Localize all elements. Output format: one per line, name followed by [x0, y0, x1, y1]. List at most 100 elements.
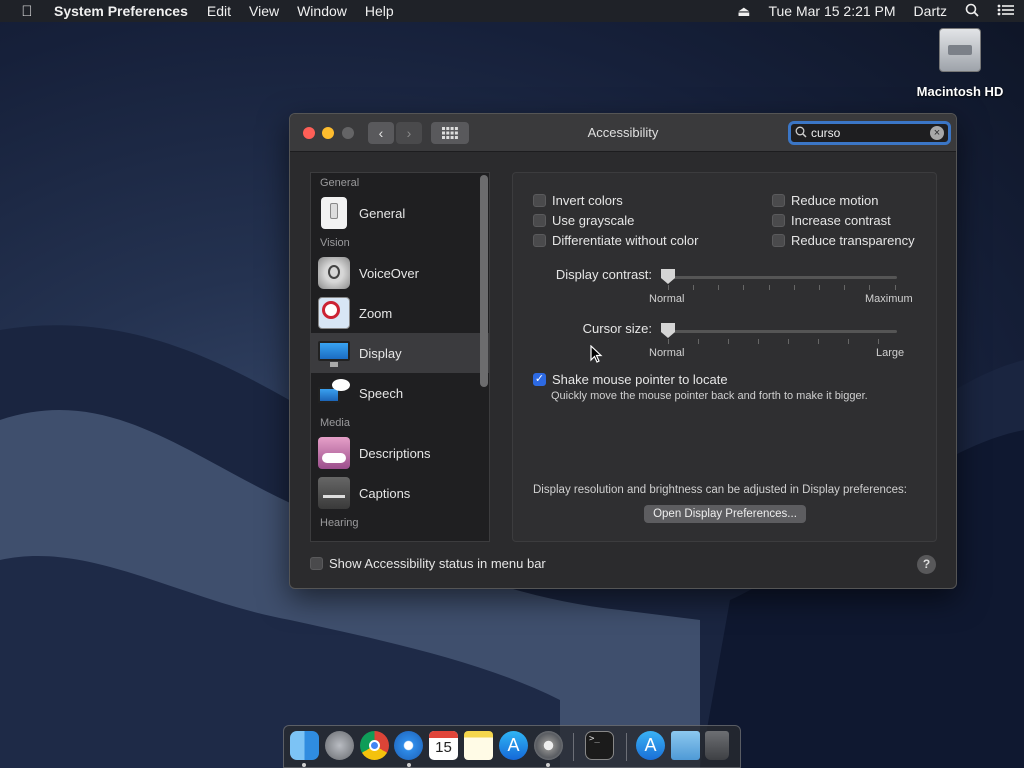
captions-icon	[318, 477, 350, 509]
help-button[interactable]: ?	[917, 555, 936, 574]
sidebar-header-hearing: Hearing	[320, 517, 359, 529]
mouse-pointer-icon	[590, 345, 603, 363]
app-store-icon[interactable]: A	[499, 731, 528, 760]
checkbox-box[interactable]	[310, 557, 323, 570]
running-indicator	[407, 763, 411, 767]
folder-icon[interactable]	[671, 731, 700, 760]
invert-colors-checkbox[interactable]: Invert colors	[533, 193, 623, 208]
running-indicator	[546, 763, 550, 767]
dock: 15 A >_ A	[283, 725, 741, 768]
checkbox-label: Differentiate without color	[552, 233, 699, 248]
cursor-size-track[interactable]	[661, 330, 897, 333]
sidebar-item-zoom[interactable]: Zoom	[311, 293, 489, 333]
spotlight-search-icon[interactable]	[956, 3, 988, 20]
menu-help[interactable]: Help	[356, 3, 403, 19]
display-contrast-slider-knob[interactable]	[661, 269, 675, 284]
safari-icon[interactable]	[394, 731, 423, 760]
speech-bubble-icon	[318, 377, 350, 409]
menu-view[interactable]: View	[240, 3, 288, 19]
menubar-clock[interactable]: Tue Mar 15 2:21 PM	[759, 3, 904, 19]
monitor-icon	[318, 337, 350, 369]
accessibility-window: ‹ › Accessibility curso × General Genera…	[289, 113, 957, 589]
reduce-transparency-checkbox[interactable]: Reduce transparency	[772, 233, 915, 248]
sidebar-item-general[interactable]: General	[311, 193, 489, 233]
sidebar-header-media: Media	[320, 417, 350, 429]
running-indicator	[302, 763, 306, 767]
checkbox-label: Reduce motion	[791, 193, 879, 208]
search-input[interactable]: curso	[811, 126, 930, 140]
sidebar-item-voiceover[interactable]: VoiceOver	[311, 253, 489, 293]
launchpad-icon[interactable]	[325, 731, 354, 760]
use-grayscale-checkbox[interactable]: Use grayscale	[533, 213, 634, 228]
app-menu[interactable]: System Preferences	[54, 3, 198, 19]
checkbox-box[interactable]	[533, 234, 546, 247]
search-field[interactable]: curso ×	[788, 121, 951, 145]
sidebar-item-descriptions[interactable]: Descriptions	[311, 433, 489, 473]
checkbox-box[interactable]	[772, 214, 785, 227]
apple-menu-icon[interactable]: 	[0, 3, 54, 20]
sidebar-item-label: Captions	[359, 485, 411, 501]
checkmark-icon[interactable]: ✓	[533, 373, 546, 386]
downloads-icon[interactable]: A	[636, 731, 665, 760]
notes-icon[interactable]	[464, 731, 493, 760]
system-preferences-icon[interactable]	[534, 731, 563, 760]
checkbox-box[interactable]	[772, 194, 785, 207]
trash-icon[interactable]	[705, 731, 729, 760]
sidebar-scrollbar[interactable]	[480, 175, 488, 387]
open-display-preferences-button[interactable]: Open Display Preferences...	[644, 505, 806, 523]
cursor-size-label: Cursor size:	[582, 321, 652, 336]
calendar-day: 15	[435, 739, 452, 756]
terminal-icon[interactable]: >_	[585, 731, 614, 760]
display-contrast-track[interactable]	[661, 276, 897, 279]
switch-icon	[321, 197, 347, 229]
cursor-size-min-label: Normal	[649, 347, 685, 359]
clear-search-icon[interactable]: ×	[930, 126, 944, 140]
menu-edit[interactable]: Edit	[198, 3, 240, 19]
display-contrast-ticks	[668, 285, 904, 291]
voiceover-icon	[318, 257, 350, 289]
finder-icon[interactable]	[290, 731, 319, 760]
cursor-size-slider-knob[interactable]	[661, 323, 675, 338]
checkbox-label: Use grayscale	[552, 213, 635, 228]
sidebar-header-vision: Vision	[320, 237, 350, 249]
checkbox-label: Increase contrast	[791, 213, 891, 228]
dock-separator	[626, 733, 627, 761]
category-sidebar: General General Vision VoiceOver Zoom Di…	[310, 172, 490, 542]
dock-separator	[573, 733, 574, 761]
desktop-drive-macintosh-hd[interactable]: Macintosh HD	[912, 28, 1008, 99]
descriptions-icon	[318, 437, 350, 469]
checkbox-box[interactable]	[772, 234, 785, 247]
differentiate-without-color-checkbox[interactable]: Differentiate without color	[533, 233, 698, 248]
calendar-icon[interactable]: 15	[429, 731, 458, 760]
checkbox-label: Shake mouse pointer to locate	[552, 372, 728, 387]
display-contrast-label: Display contrast:	[555, 267, 652, 282]
menubar-user[interactable]: Dartz	[905, 3, 956, 19]
display-settings-panel: Invert colors Use grayscale Differentiat…	[512, 172, 937, 542]
sidebar-item-captions[interactable]: Captions	[311, 473, 489, 513]
eject-icon[interactable]: ⏏	[728, 3, 759, 20]
menu-bar:  System Preferences Edit View Window He…	[0, 0, 1024, 22]
menu-window[interactable]: Window	[288, 3, 356, 19]
cursor-size-max-label: Large	[876, 347, 905, 359]
sidebar-item-display[interactable]: Display	[311, 333, 489, 373]
checkbox-label: Reduce transparency	[791, 233, 915, 248]
shake-to-locate-checkbox[interactable]: ✓ Shake mouse pointer to locate	[533, 372, 728, 387]
checkbox-box[interactable]	[533, 214, 546, 227]
magnifier-icon	[318, 297, 350, 329]
window-titlebar[interactable]: ‹ › Accessibility curso ×	[290, 114, 956, 152]
checkbox-box[interactable]	[533, 194, 546, 207]
sidebar-item-label: Descriptions	[359, 445, 431, 461]
sidebar-header-general: General	[320, 177, 360, 189]
sidebar-item-label: Speech	[359, 385, 404, 401]
notification-center-icon[interactable]	[988, 3, 1024, 19]
display-contrast-min-label: Normal	[649, 293, 685, 305]
sidebar-item-label: VoiceOver	[359, 265, 419, 281]
sidebar-item-speech[interactable]: Speech	[311, 373, 489, 413]
chrome-icon[interactable]	[360, 731, 389, 760]
checkbox-label: Show Accessibility status in menu bar	[329, 556, 546, 571]
reduce-motion-checkbox[interactable]: Reduce motion	[772, 193, 878, 208]
search-icon	[791, 126, 811, 141]
show-status-in-menu-bar-checkbox[interactable]: Show Accessibility status in menu bar	[310, 556, 546, 571]
hard-drive-icon	[939, 28, 981, 72]
increase-contrast-checkbox[interactable]: Increase contrast	[772, 213, 891, 228]
